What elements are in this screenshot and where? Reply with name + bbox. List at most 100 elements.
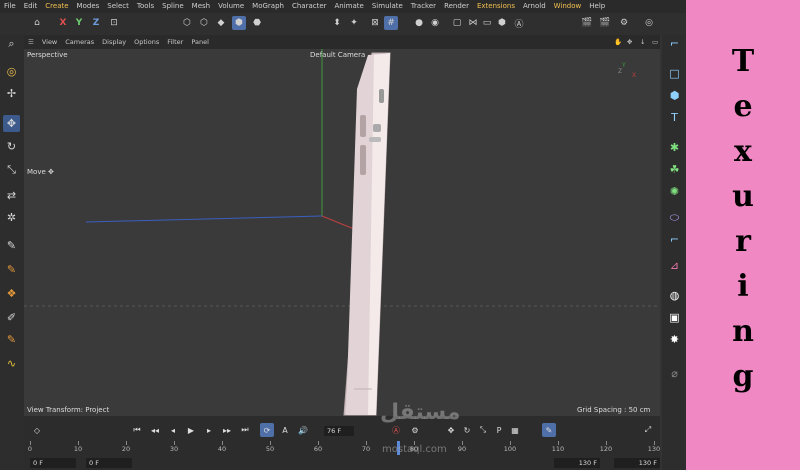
deformer-icon[interactable]: ⬭ [666, 209, 683, 226]
axis-z-toggle[interactable]: Z [89, 16, 103, 30]
camera-name[interactable]: Default Camera [310, 51, 365, 59]
keyframe-icon[interactable]: ◇ [30, 423, 44, 437]
edges-mode-icon[interactable]: ⬡ [197, 16, 211, 30]
playback-rate-icon[interactable]: A [278, 423, 292, 437]
render-settings-icon[interactable]: ⚙ [617, 16, 631, 30]
light-icon[interactable]: ✸ [666, 331, 683, 348]
menu-arnold[interactable]: Arnold [519, 0, 550, 13]
menu-mograph[interactable]: MoGraph [248, 0, 288, 13]
menu-view[interactable]: View [38, 38, 61, 46]
cube-icon[interactable]: ⬢ [666, 87, 683, 104]
uv-mode-icon[interactable]: ⬣ [250, 16, 264, 30]
menu-render[interactable]: Render [440, 0, 473, 13]
placement-tool-icon[interactable]: ✲ [3, 209, 20, 226]
workplane-icon[interactable]: # [384, 16, 398, 30]
key-mode-icon[interactable]: ✎ [542, 423, 556, 437]
spline-tools-icon[interactable]: ∿ [3, 355, 20, 372]
preview-end-field[interactable]: 130 F [554, 458, 600, 468]
live-selection-icon[interactable]: ◎ [3, 63, 20, 80]
solo-icon[interactable]: ▢ [450, 16, 464, 30]
current-frame-field[interactable]: 76 F [324, 426, 354, 436]
scale-tool-icon[interactable]: ⤡ [3, 161, 20, 178]
undo-icon[interactable]: ⌂ [30, 16, 44, 30]
next-key-icon[interactable]: ▸▸ [220, 423, 234, 437]
mirror-icon[interactable]: ⋈ [466, 16, 480, 30]
menu-options[interactable]: Options [130, 38, 163, 46]
spline-shapes-icon[interactable]: ✎ [3, 261, 20, 278]
menu-simulate[interactable]: Simulate [368, 0, 407, 13]
menu-cameras[interactable]: Cameras [61, 38, 98, 46]
edit-icon[interactable]: ⌀ [666, 365, 683, 382]
render-icon[interactable]: ◉ [428, 16, 442, 30]
arnold-icon[interactable]: Ⓐ [512, 16, 526, 30]
object-manager-icon[interactable]: ⌐ [666, 35, 683, 52]
camera-icon[interactable]: ▣ [666, 309, 683, 326]
move-tool-icon[interactable]: ✥ [3, 115, 20, 132]
menu-help[interactable]: Help [585, 0, 609, 13]
mograph-cloner-icon[interactable]: ☘ [666, 161, 683, 178]
previous-frame-icon[interactable]: ◂ [166, 423, 180, 437]
cube-outline-icon[interactable]: □ [666, 65, 683, 82]
search-icon[interactable]: ◎ [642, 16, 656, 30]
paint-icon[interactable]: ✎ [3, 331, 20, 348]
menu-extensions[interactable]: Extensions [473, 0, 519, 13]
maximize-view-icon[interactable]: ▭ [648, 38, 662, 46]
polygons-mode-icon[interactable]: ◆ [214, 16, 228, 30]
viewport-menu-icon[interactable]: ☰ [24, 38, 38, 46]
move-view-icon[interactable]: ✥ [623, 38, 636, 46]
menu-volume[interactable]: Volume [214, 0, 248, 13]
f-curve-icon[interactable]: ⤢ [641, 423, 655, 437]
enable-axis-icon[interactable]: ⬍ [330, 16, 344, 30]
sky-icon[interactable]: ◍ [666, 287, 683, 304]
preview-start-field[interactable]: 0 F [86, 458, 132, 468]
key-rotation-icon[interactable]: ↻ [460, 423, 474, 437]
menu-display[interactable]: Display [98, 38, 130, 46]
coordinate-system-icon[interactable]: ⊡ [107, 16, 121, 30]
generator-icon[interactable]: ✱ [666, 139, 683, 156]
loop-icon[interactable]: ⟳ [260, 423, 274, 437]
play-icon[interactable]: ▶ [184, 423, 198, 437]
guide-icon[interactable]: ▭ [480, 16, 494, 30]
transfer-tool-icon[interactable]: ⇄ [3, 187, 20, 204]
spline-pen-icon[interactable]: ✎ [3, 237, 20, 254]
menu-mesh[interactable]: Mesh [188, 0, 214, 13]
menu-modes[interactable]: Modes [73, 0, 104, 13]
rotate-tool-icon[interactable]: ↻ [3, 138, 20, 155]
menu-filter[interactable]: Filter [163, 38, 187, 46]
render-view-icon[interactable]: 🎬 [580, 16, 594, 30]
menu-spline[interactable]: Spline [158, 0, 188, 13]
selection-object-icon[interactable]: ⌐ [666, 231, 683, 248]
tags-icon[interactable]: ⊿ [666, 257, 683, 274]
next-frame-icon[interactable]: ▸ [202, 423, 216, 437]
field-icon[interactable]: ✺ [666, 183, 683, 200]
render-region-icon[interactable]: ● [412, 16, 426, 30]
model-mode-icon[interactable]: ⬢ [232, 16, 246, 30]
perspective-viewport[interactable]: Y Z X Perspective Default Camera Move ✥ … [24, 49, 660, 416]
search-icon[interactable]: ⌕ [3, 35, 20, 52]
sculpt-brush-icon[interactable]: ✐ [3, 309, 20, 326]
menu-tracker[interactable]: Tracker [407, 0, 440, 13]
go-to-end-icon[interactable]: ⏭ [238, 423, 252, 437]
primitives-icon[interactable]: ❖ [3, 285, 20, 302]
start-frame-field[interactable]: 0 F [30, 458, 76, 468]
key-pla-icon[interactable]: ▦ [508, 423, 522, 437]
menu-animate[interactable]: Animate [331, 0, 368, 13]
axis-y-toggle[interactable]: Y [72, 16, 86, 30]
menu-file[interactable]: File [0, 0, 20, 13]
menu-select[interactable]: Select [103, 0, 133, 13]
axis-x-toggle[interactable]: X [56, 16, 70, 30]
render-picture-icon[interactable]: 🎬 [598, 16, 612, 30]
snap-icon[interactable]: ⊠ [368, 16, 382, 30]
text-icon[interactable]: T [666, 109, 683, 126]
selection-filter-icon[interactable]: ✢ [3, 85, 20, 102]
menu-panel[interactable]: Panel [187, 38, 213, 46]
previous-key-icon[interactable]: ◂◂ [148, 423, 162, 437]
menu-edit[interactable]: Edit [20, 0, 42, 13]
menu-tools[interactable]: Tools [133, 0, 158, 13]
points-mode-icon[interactable]: ⬡ [180, 16, 194, 30]
go-to-start-icon[interactable]: ⏮ [130, 423, 144, 437]
menu-create[interactable]: Create [41, 0, 72, 13]
key-param-icon[interactable]: P [492, 423, 506, 437]
object-icon[interactable]: ⬢ [495, 16, 509, 30]
key-scale-icon[interactable]: ⤡ [476, 423, 490, 437]
